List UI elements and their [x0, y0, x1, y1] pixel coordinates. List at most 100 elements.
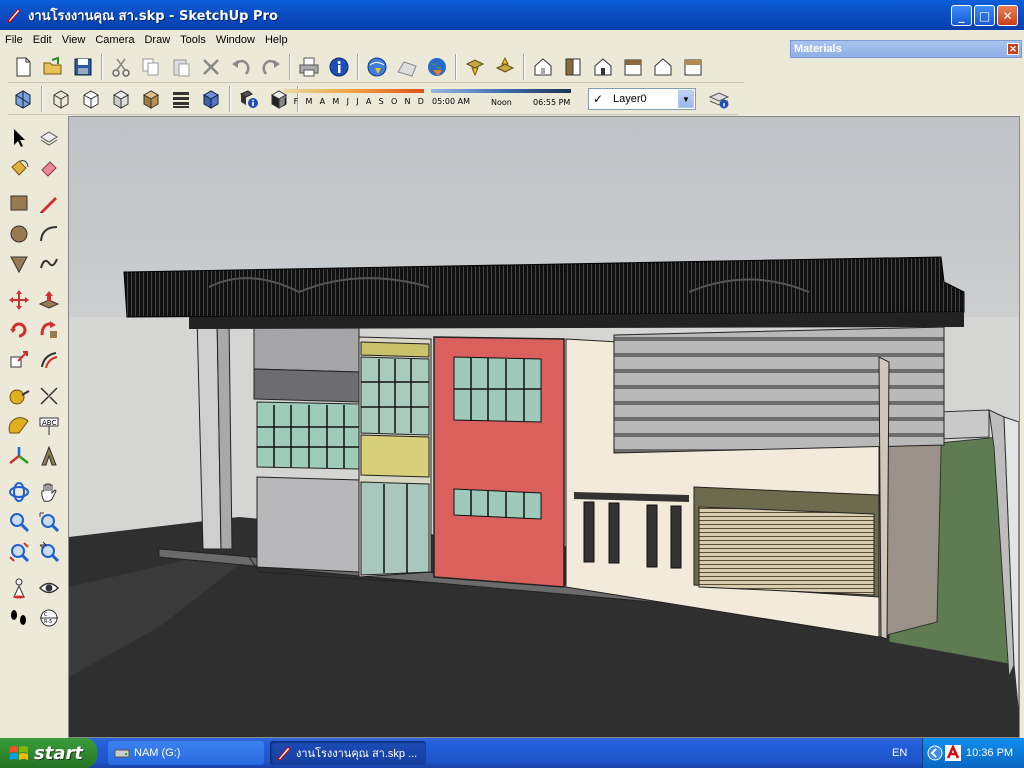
xray-button[interactable] [9, 85, 37, 113]
move-tool[interactable] [5, 286, 33, 314]
menu-file[interactable]: File [0, 34, 28, 46]
model-info-button[interactable] [325, 53, 353, 81]
month-label: J [346, 97, 349, 106]
new-button[interactable] [9, 53, 37, 81]
undo-button[interactable] [227, 53, 255, 81]
antivirus-icon[interactable] [945, 743, 961, 761]
month-label: M [332, 97, 340, 106]
layer-manager-button[interactable] [705, 85, 733, 113]
shadow-sliders[interactable]: J F M A M J J A S O N D 05:00 AM Noon 06… [281, 88, 577, 112]
window-title: งานโรงงานคุณ สา.skp - SketchUp Pro [28, 8, 278, 24]
language-indicator[interactable]: EN [892, 747, 907, 759]
offset-tool[interactable] [35, 346, 63, 374]
look-around-tool[interactable] [35, 574, 63, 602]
chevron-down-icon[interactable]: ▼ [678, 90, 694, 108]
wireframe-button[interactable] [47, 85, 75, 113]
scale-tool[interactable] [5, 346, 33, 374]
materials-panel-header[interactable]: Materials ✕ [790, 40, 1022, 58]
open-button[interactable] [39, 53, 67, 81]
hidden-line-button[interactable] [77, 85, 105, 113]
erase-button[interactable] [197, 53, 225, 81]
paste-button[interactable] [167, 53, 195, 81]
title-bar[interactable]: งานโรงงานคุณ สา.skp - SketchUp Pro _ □ ✕ [0, 0, 1024, 30]
save-button[interactable] [69, 53, 97, 81]
maximize-button[interactable]: □ [974, 5, 995, 26]
text-tool[interactable]: ABC [35, 412, 63, 440]
google-earth-button[interactable] [423, 53, 451, 81]
select-tool[interactable] [5, 124, 33, 152]
previous-view-tool[interactable] [35, 538, 63, 566]
menu-tools[interactable]: Tools [175, 34, 211, 46]
shaded-textures-button[interactable] [137, 85, 165, 113]
view-iso-button[interactable] [529, 53, 557, 81]
eraser-tool[interactable] [35, 154, 63, 182]
close-button[interactable]: ✕ [997, 5, 1018, 26]
view-top-button[interactable] [559, 53, 587, 81]
menu-edit[interactable]: Edit [28, 34, 57, 46]
zoom-tool[interactable] [5, 508, 33, 536]
menu-view[interactable]: View [57, 34, 91, 46]
rotate-tool[interactable] [5, 316, 33, 344]
cut-button[interactable] [107, 53, 135, 81]
get-models-button[interactable] [461, 53, 489, 81]
zoom-window-tool[interactable] [35, 508, 63, 536]
taskbar-item-sketchup[interactable]: งานโรงงานคุณ สา.skp ... [270, 741, 426, 765]
freehand-tool[interactable] [35, 250, 63, 278]
polygon-tool[interactable] [5, 250, 33, 278]
layer-dropdown[interactable]: ✓ Layer0 ▼ [588, 88, 696, 110]
line-tool[interactable] [35, 189, 63, 217]
walk-tool[interactable] [5, 604, 33, 632]
follow-me-icon [40, 321, 57, 338]
time-slider[interactable] [431, 89, 571, 93]
taskbar-item-drive[interactable]: NAM (G:) [108, 741, 264, 765]
undo-icon [232, 59, 250, 75]
protractor-tool[interactable] [5, 412, 33, 440]
section-plane-tool[interactable]: C R-5 [35, 604, 63, 632]
shaded-button[interactable] [107, 85, 135, 113]
push-pull-tool[interactable] [35, 286, 63, 314]
start-button[interactable]: start [0, 738, 97, 768]
dimension-tool[interactable] [35, 382, 63, 410]
view-left-button[interactable] [679, 53, 707, 81]
view-right-button[interactable] [619, 53, 647, 81]
3d-text-tool[interactable] [35, 442, 63, 470]
circle-tool[interactable] [5, 220, 33, 248]
menu-camera[interactable]: Camera [90, 34, 139, 46]
axes-tool[interactable] [5, 442, 33, 470]
menu-window[interactable]: Window [211, 34, 260, 46]
position-camera-tool[interactable] [5, 574, 33, 602]
printer-icon [299, 57, 319, 76]
menu-help[interactable]: Help [260, 34, 293, 46]
zoom-extents-tool[interactable] [5, 538, 33, 566]
print-button[interactable] [295, 53, 323, 81]
get-current-view-button[interactable] [363, 53, 391, 81]
toggle-terrain-button[interactable] [393, 53, 421, 81]
model-viewport[interactable] [68, 116, 1020, 738]
orbit-tool[interactable] [5, 478, 33, 506]
month-label: M [305, 97, 313, 106]
copy-button[interactable] [137, 53, 165, 81]
date-slider[interactable] [284, 89, 424, 93]
view-front-button[interactable] [589, 53, 617, 81]
tray-chevron-icon[interactable] [927, 745, 943, 761]
dimension-icon [40, 387, 58, 405]
make-component-tool[interactable] [35, 124, 63, 152]
minimize-button[interactable]: _ [951, 5, 972, 26]
magnifier-icon [10, 513, 30, 533]
pan-tool[interactable] [35, 478, 63, 506]
paint-bucket-tool[interactable] [5, 154, 33, 182]
menu-draw[interactable]: Draw [139, 34, 175, 46]
monochrome-button[interactable] [167, 85, 195, 113]
tape-measure-tool[interactable] [5, 382, 33, 410]
redo-button[interactable] [257, 53, 285, 81]
pencil-icon [40, 197, 57, 213]
rectangle-tool[interactable] [5, 189, 33, 217]
share-model-button[interactable] [491, 53, 519, 81]
follow-me-tool[interactable] [35, 316, 63, 344]
view-back-button[interactable] [649, 53, 677, 81]
tool-palette: ABC C R-5 [0, 118, 68, 738]
materials-close-button[interactable]: ✕ [1007, 43, 1019, 55]
back-edges-button[interactable] [197, 85, 225, 113]
arc-tool[interactable] [35, 220, 63, 248]
shadow-settings-button[interactable] [235, 85, 263, 113]
